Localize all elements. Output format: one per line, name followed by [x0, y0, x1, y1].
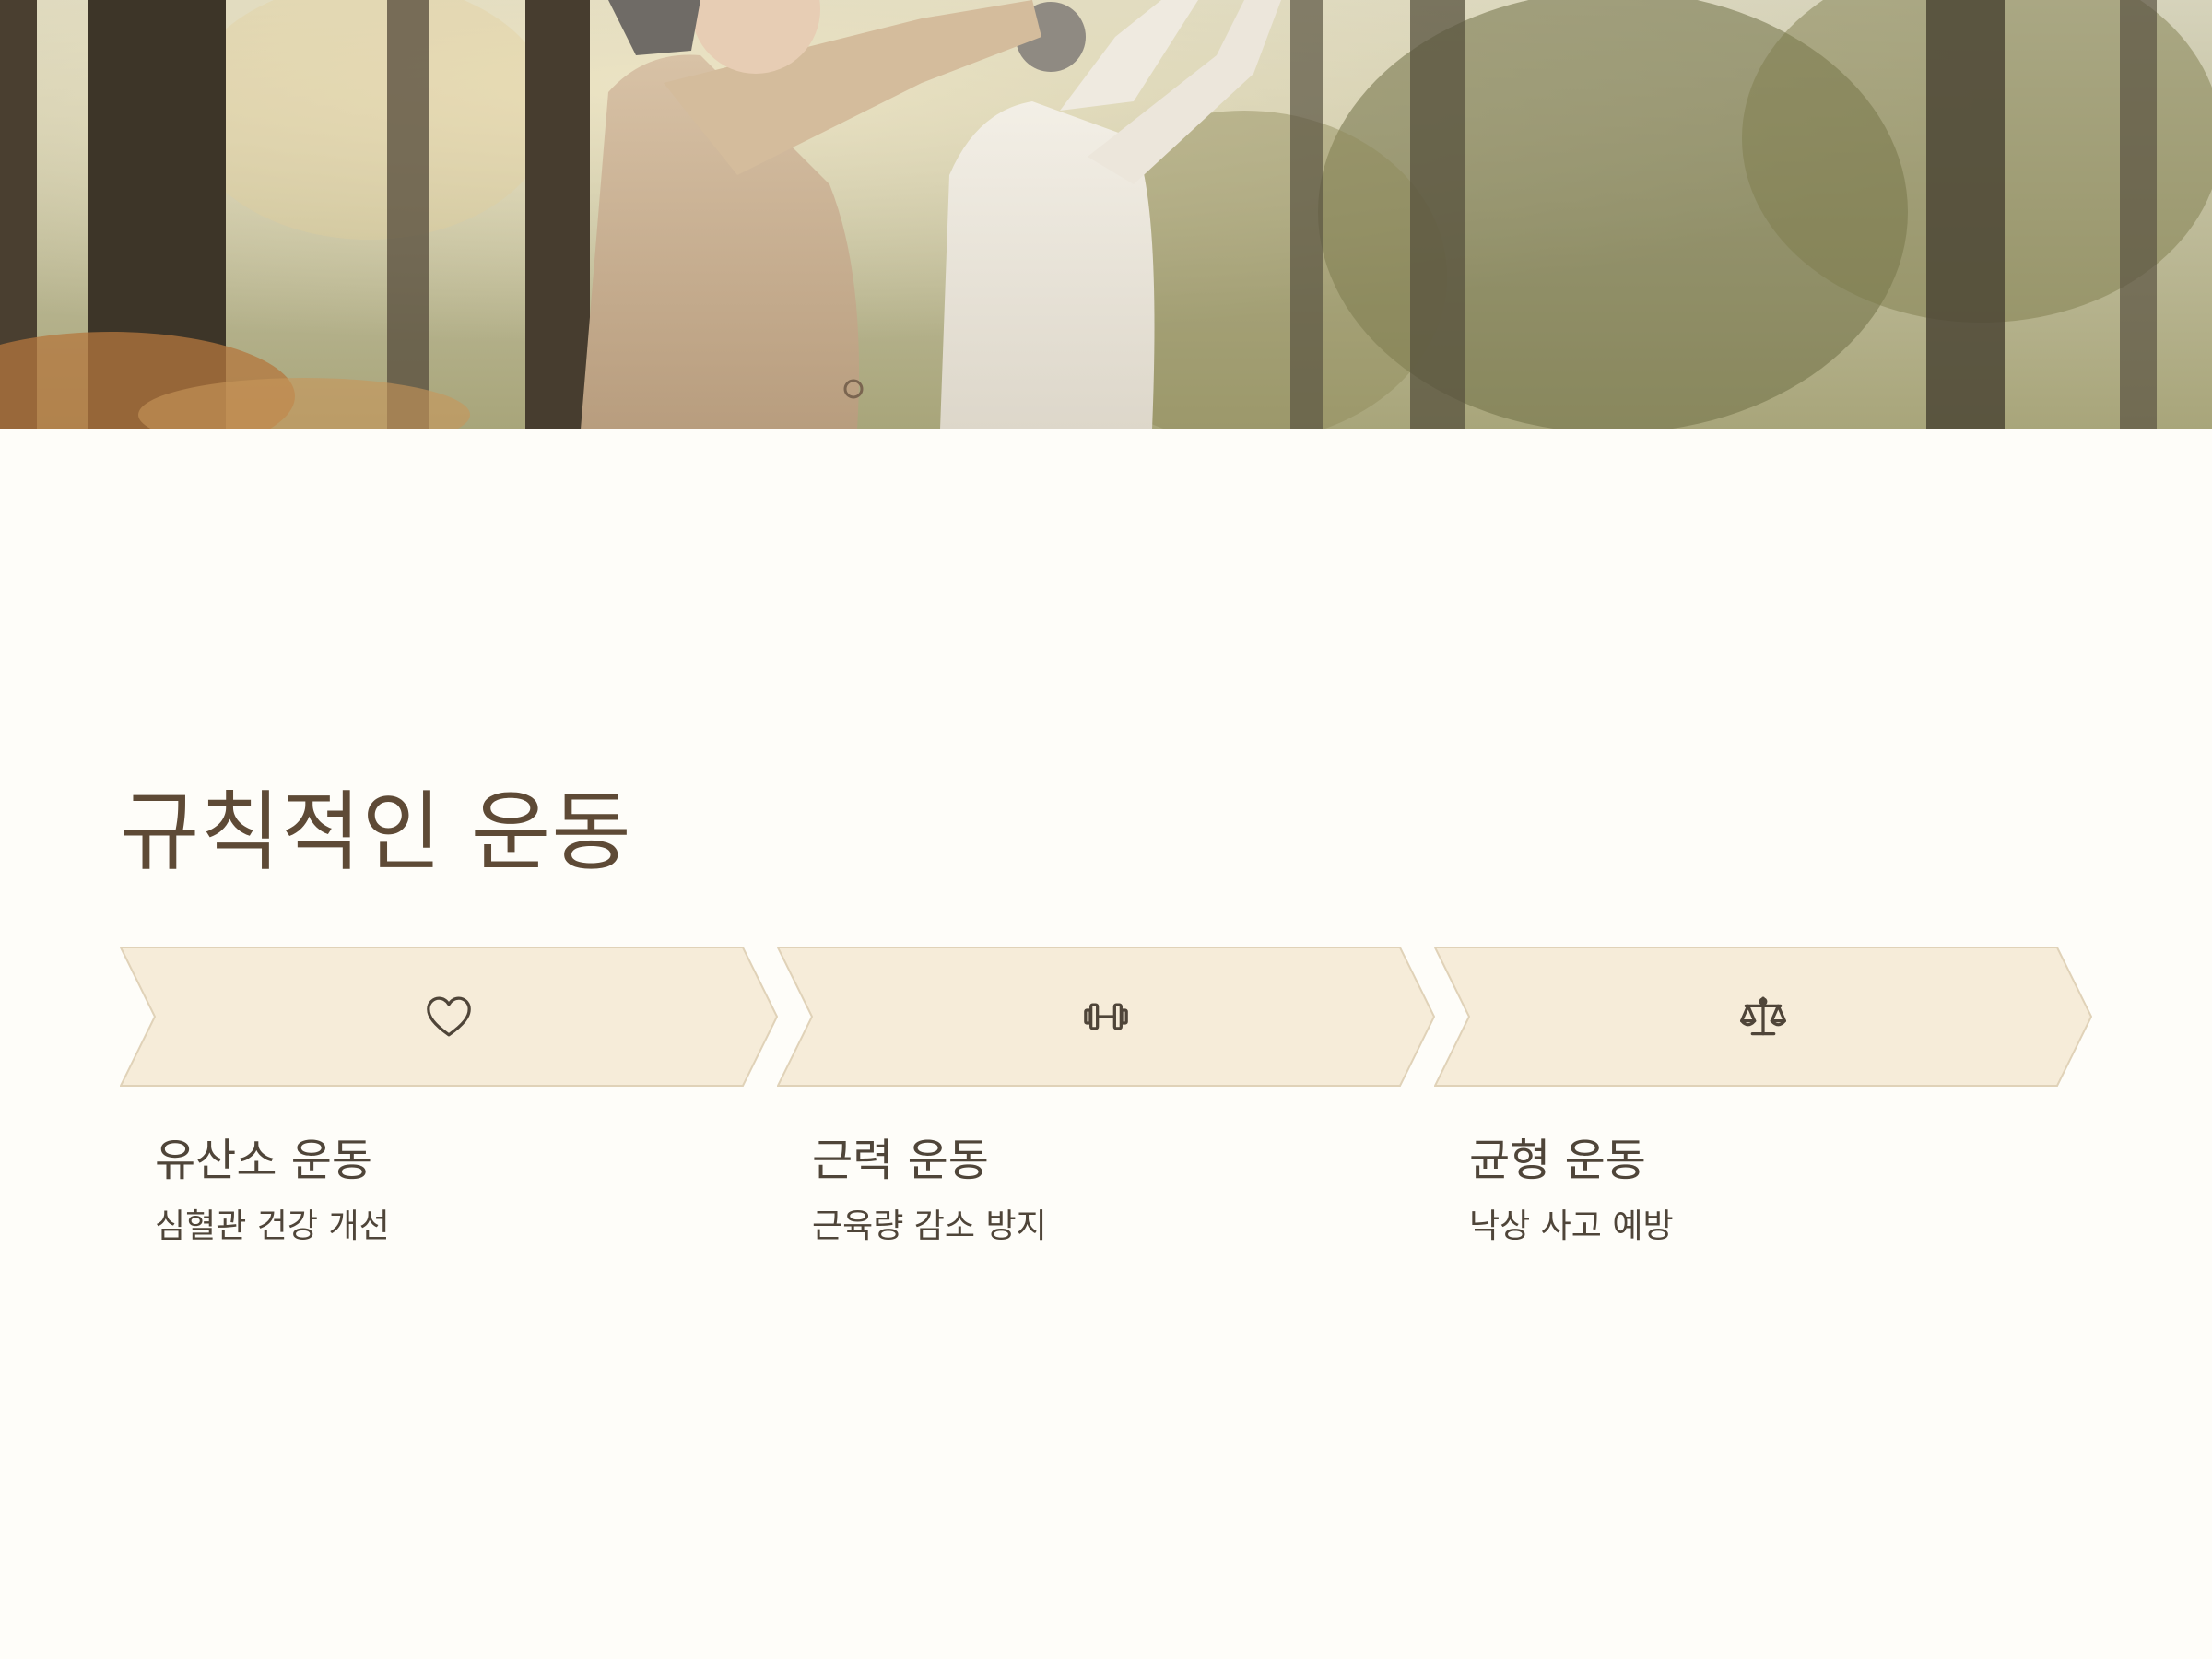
hero-illustration	[0, 0, 2212, 429]
step-1-text: 유산소 운동 심혈관 건강 개선	[155, 1132, 745, 1249]
hero-image	[0, 0, 2212, 429]
step-description: 근육량 감소 방지	[812, 1207, 1047, 1246]
step-2-text: 근력 운동 근육량 감소 방지	[812, 1132, 1402, 1249]
step-chevron-2	[777, 947, 1435, 1087]
step-title: 균형 운동	[1469, 1135, 1646, 1186]
process-steps	[120, 947, 2092, 1087]
step-title: 유산소 운동	[155, 1135, 373, 1186]
dumbbell-icon	[1080, 991, 1132, 1042]
step-description: 심혈관 건강 개선	[155, 1207, 390, 1246]
step-description: 낙상 사고 예방	[1469, 1207, 1674, 1246]
step-chevron-1	[120, 947, 778, 1087]
balance-scale-icon	[1737, 991, 1789, 1042]
step-3-text: 균형 운동 낙상 사고 예방	[1469, 1132, 2059, 1249]
step-title: 근력 운동	[812, 1135, 989, 1186]
heart-icon	[423, 991, 475, 1042]
page-title: 규칙적인 운동	[120, 782, 632, 883]
step-chevron-3	[1434, 947, 2092, 1087]
